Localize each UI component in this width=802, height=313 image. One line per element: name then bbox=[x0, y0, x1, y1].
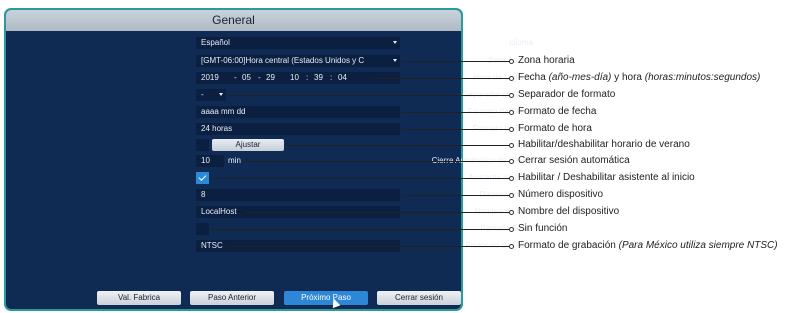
date-day[interactable]: 29 bbox=[266, 72, 275, 84]
annotation-video-protocol: Formato de grabación (Para México utiliz… bbox=[518, 240, 778, 251]
callout-line bbox=[402, 195, 512, 196]
annotation-no-function: Sin función bbox=[518, 223, 568, 234]
callout-dot bbox=[509, 76, 514, 81]
date-separator: - bbox=[258, 73, 261, 82]
date-separator: - bbox=[234, 73, 237, 82]
callout-dot bbox=[509, 59, 514, 64]
callout-line bbox=[372, 78, 512, 79]
callout-line bbox=[228, 95, 512, 96]
time-hour[interactable]: 10 bbox=[290, 72, 299, 84]
date-month[interactable]: 05 bbox=[242, 72, 251, 84]
video-protocol-value: NTSC bbox=[201, 241, 223, 250]
annotation-separator: Separador de formato bbox=[518, 89, 616, 100]
date-separator-select[interactable]: - bbox=[196, 89, 226, 101]
annotation-dst: Habilitar/deshabilitar horario de verano bbox=[518, 139, 690, 150]
annotation-date-format: Formato de fecha bbox=[518, 106, 597, 117]
auto-logout-unit: min bbox=[228, 156, 241, 165]
callout-line bbox=[402, 112, 512, 113]
date-year[interactable]: 2019 bbox=[201, 72, 219, 84]
annotation-auto-logout: Cerrar sesión automática bbox=[518, 155, 630, 166]
system-time-field[interactable]: 2019 - 05 - 29 10 : 39 : 04 bbox=[196, 72, 400, 84]
date-format-select[interactable]: aaaa mm dd bbox=[196, 106, 400, 118]
callout-line bbox=[244, 212, 512, 213]
startup-wizard-checkbox[interactable] bbox=[196, 172, 209, 184]
callout-line bbox=[211, 229, 512, 230]
callout-dot bbox=[509, 210, 514, 215]
hostname-value: LocalHost bbox=[201, 207, 237, 216]
time-separator: : bbox=[330, 73, 333, 82]
device-number-value: 8 bbox=[201, 190, 206, 199]
annotation-hostname: Nombre del dispositivo bbox=[518, 206, 620, 217]
callout-dot bbox=[509, 193, 514, 198]
annotation-startup-wizard: Habilitar / Deshabilitar asistente al in… bbox=[518, 172, 695, 183]
callout-line bbox=[402, 129, 512, 130]
chevron-down-icon bbox=[219, 93, 223, 96]
device-number-input[interactable]: 8 bbox=[196, 189, 400, 201]
callout-dot bbox=[509, 127, 514, 132]
date-format-value: aaaa mm dd bbox=[201, 107, 246, 116]
callout-line bbox=[402, 61, 512, 62]
chevron-down-icon bbox=[393, 59, 397, 62]
callout-dot bbox=[509, 93, 514, 98]
annotation-time-format: Formato de hora bbox=[518, 123, 592, 134]
auto-logout-input[interactable]: 10 bbox=[196, 155, 224, 167]
next-step-button[interactable]: Próximo Paso bbox=[284, 291, 368, 305]
callout-line bbox=[226, 246, 512, 247]
callout-dot bbox=[509, 110, 514, 115]
callout-dot bbox=[509, 227, 514, 232]
time-second[interactable]: 04 bbox=[338, 72, 347, 84]
language-select[interactable]: Español bbox=[196, 37, 400, 49]
time-minute[interactable]: 39 bbox=[314, 72, 323, 84]
dst-checkbox[interactable] bbox=[196, 139, 209, 151]
annotation-datetime: Fecha (año-mes-día) y hora (horas:minuto… bbox=[518, 72, 761, 83]
window-title: General bbox=[6, 10, 461, 31]
auto-logout-value: 10 bbox=[201, 156, 210, 165]
callout-dot bbox=[509, 159, 514, 164]
smart-screen-checkbox[interactable] bbox=[196, 223, 209, 235]
callout-dot bbox=[509, 143, 514, 148]
callout-dot bbox=[509, 244, 514, 249]
annotation-device-number: Número dispositivo bbox=[518, 189, 604, 200]
factory-defaults-button[interactable]: Val. Fabrica bbox=[97, 291, 181, 305]
timezone-value: [GMT-06:00]Hora central (Estados Unidos … bbox=[201, 56, 365, 65]
callout-line bbox=[243, 161, 512, 162]
time-format-value: 24 horas bbox=[201, 124, 233, 133]
timezone-select[interactable]: [GMT-06:00]Hora central (Estados Unidos … bbox=[196, 55, 400, 67]
callout-line bbox=[286, 145, 512, 146]
checkmark-icon bbox=[198, 173, 207, 181]
time-format-select[interactable]: 24 horas bbox=[196, 123, 400, 135]
dst-adjust-button[interactable]: Ajustar bbox=[212, 139, 284, 151]
callout-line bbox=[211, 178, 512, 179]
time-separator: : bbox=[306, 73, 309, 82]
chevron-down-icon bbox=[393, 41, 397, 44]
logout-button[interactable]: Cerrar sesión bbox=[377, 291, 461, 305]
annotation-timezone: Zona horaria bbox=[518, 55, 575, 66]
date-separator-value: - bbox=[201, 90, 204, 99]
callout-dot bbox=[509, 176, 514, 181]
language-value: Español bbox=[201, 38, 230, 47]
previous-step-button[interactable]: Paso Anterior bbox=[190, 291, 274, 305]
